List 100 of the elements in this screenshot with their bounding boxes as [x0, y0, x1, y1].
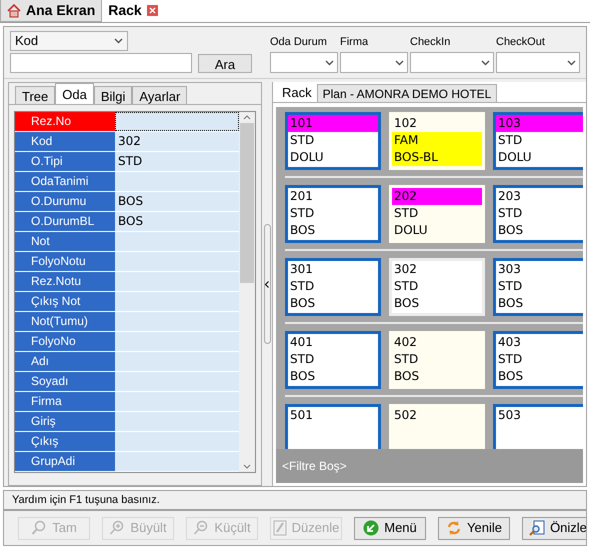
room-card[interactable]: 103 STD DOLU [493, 112, 583, 170]
property-label: Giriş [15, 412, 115, 431]
chevron-down-icon [325, 60, 334, 66]
room-status: BOS [289, 295, 316, 312]
search-field[interactable] [10, 53, 192, 73]
room-status: BOS [497, 295, 524, 312]
room-status: DOLU [393, 222, 429, 239]
property-label: FolyoNotu [15, 252, 115, 271]
toolbar-button[interactable]: Önizle [522, 516, 586, 540]
room-card[interactable]: 401 STD BOS [285, 331, 381, 389]
property-value[interactable] [115, 112, 239, 131]
room-card[interactable]: 202 STD DOLU [389, 185, 485, 243]
document-tab[interactable]: Ana Ekran [0, 0, 102, 22]
room-card[interactable]: 501 [285, 404, 381, 449]
room-card[interactable]: 102 FAM BOS-BL [389, 112, 485, 170]
room-type: STD [497, 132, 524, 149]
room-number: 503 [497, 407, 522, 424]
search-button[interactable]: Ara [198, 54, 252, 72]
chevron-down-icon [567, 60, 576, 66]
home-icon [7, 4, 21, 18]
room-card[interactable]: 302 STD BOS [389, 258, 485, 316]
filter-status: <Filtre Boş> [282, 458, 347, 475]
room-status: BOS-BL [392, 149, 482, 166]
toolbar-button[interactable]: Menü [354, 516, 426, 540]
room-type: STD [289, 278, 316, 295]
room-status: BOS [289, 368, 316, 385]
property-label: O.Tipi [15, 152, 115, 171]
room-number: 502 [393, 407, 418, 424]
room-status: BOS [289, 222, 316, 239]
scroll-up-icon[interactable] [243, 115, 251, 120]
room-card[interactable]: 502 [389, 404, 485, 449]
filter-label: Firma [340, 34, 370, 50]
room-card[interactable]: 403 STD BOS [493, 331, 583, 389]
room-card[interactable]: 301 STD BOS [285, 258, 381, 316]
close-icon[interactable] [146, 5, 158, 16]
room-number: 303 [497, 261, 522, 278]
room-type: STD [289, 351, 316, 368]
room-status: DOLU [289, 149, 325, 166]
room-number: 201 [289, 188, 314, 205]
room-card[interactable]: 503 [493, 404, 583, 449]
room-card[interactable]: 101 STD DOLU [285, 112, 381, 170]
property-label: Firma [15, 392, 115, 411]
property-value[interactable]: 302 [115, 132, 239, 151]
status-text: Yardım için F1 tuşuna basınız. [12, 492, 160, 508]
filter-select[interactable] [496, 52, 580, 73]
room-status: BOS [497, 222, 524, 239]
room-number: 202 [392, 188, 482, 205]
room-type: FAM [392, 132, 482, 149]
zoom-out-icon [193, 520, 210, 536]
room-status: DOLU [497, 149, 533, 166]
room-type: STD [497, 205, 524, 222]
property-label: Çıkış Not [15, 292, 115, 311]
filter-select[interactable] [270, 52, 338, 73]
room-card[interactable]: 201 STD BOS [285, 185, 381, 243]
pencil-icon [272, 520, 287, 536]
filter-select[interactable] [410, 52, 494, 73]
room-status: BOS [497, 368, 524, 385]
splitter-handle[interactable] [264, 224, 270, 344]
scroll-down-icon[interactable] [243, 464, 251, 469]
property-label: O.DurumBL [15, 212, 115, 231]
room-type: STD [497, 278, 524, 295]
room-number: 103 [496, 115, 583, 132]
room-card[interactable]: 303 STD BOS [493, 258, 583, 316]
room-number: 402 [393, 334, 418, 351]
panel-tab[interactable]: Tree [15, 86, 56, 104]
room-card[interactable]: 402 STD BOS [389, 331, 485, 389]
filter-select[interactable] [340, 52, 408, 73]
property-label: Rez.Notu [15, 272, 115, 291]
property-label: Not(Tumu) [15, 312, 115, 331]
property-label: Adı [15, 352, 115, 371]
property-value[interactable]: BOS [115, 192, 239, 211]
refresh-icon [446, 520, 462, 536]
room-type: STD [289, 205, 316, 222]
field-select[interactable]: Kod [10, 31, 128, 51]
filter-label: CheckOut [496, 34, 546, 50]
room-card[interactable]: 203 STD BOS [493, 185, 583, 243]
room-type: STD [497, 351, 524, 368]
property-label: Soyadı [15, 372, 115, 391]
room-status: BOS [393, 295, 420, 312]
scrollbar[interactable] [239, 112, 255, 472]
room-number: 401 [289, 334, 314, 351]
property-label: FolyoNo [15, 332, 115, 351]
property-label: O.Durumu [15, 192, 115, 211]
room-type: STD [393, 205, 420, 222]
property-value[interactable]: BOS [115, 212, 239, 231]
chevron-down-icon [114, 38, 123, 44]
panel-tab[interactable]: Oda [55, 83, 94, 104]
room-type: STD [289, 132, 316, 149]
property-value[interactable]: STD [115, 152, 239, 171]
property-label: Çıkış [15, 432, 115, 451]
panel-tab[interactable]: Ayarlar [132, 86, 188, 104]
room-number: 301 [289, 261, 314, 278]
property-label: Rez.No [15, 112, 115, 131]
chevron-down-icon [481, 60, 490, 66]
panel-tab[interactable]: Bilgi [94, 86, 132, 104]
toolbar-button[interactable]: Yenile [438, 516, 510, 540]
room-number: 302 [393, 261, 418, 278]
property-label: OdaTanimi [15, 172, 115, 191]
view-tab[interactable]: Plan - AMONRA DEMO HOTEL [316, 84, 498, 102]
zoom-in-icon [109, 520, 126, 536]
